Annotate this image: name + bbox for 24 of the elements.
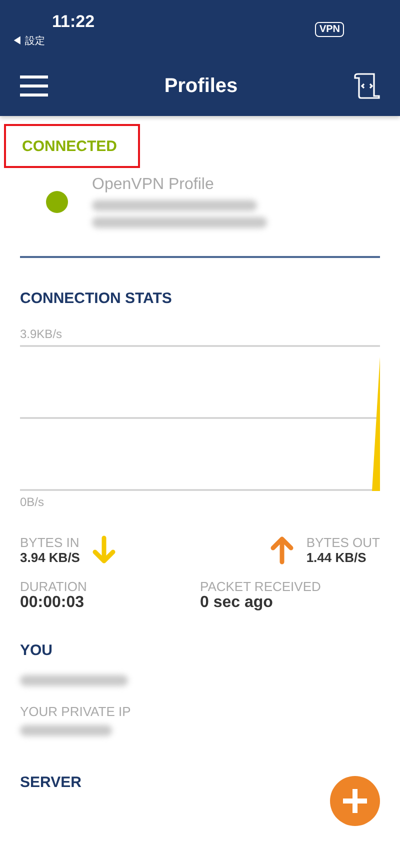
connection-status: CONNECTED [22, 138, 118, 154]
stat-value: 00:00:03 [20, 594, 86, 612]
add-button[interactable] [330, 776, 380, 826]
axis-label: 3.9KB/s [20, 326, 64, 340]
vpn-indicator: VPN [315, 22, 344, 37]
clock: 11:22 [52, 12, 95, 32]
stat-label: BYTES IN [20, 534, 80, 550]
section-heading: YOU [20, 642, 54, 658]
stat-label: BYTES OUT [306, 534, 380, 550]
stat-label: PACKET RECEIVED [200, 578, 322, 594]
menu-icon[interactable] [20, 75, 48, 97]
screen-title: Profiles [164, 74, 238, 98]
stat-value: 3.94 KB/S [20, 550, 80, 564]
section-heading: SERVER [20, 774, 82, 790]
status-dot [46, 191, 68, 213]
back-link[interactable]: ◀ 設定 [12, 34, 95, 48]
code-scroll-icon[interactable] [354, 73, 380, 99]
section-heading: CONNECTION STATS [20, 290, 173, 306]
stat-label: DURATION [20, 578, 88, 594]
stat-value: 0 sec ago [200, 594, 274, 612]
stat-value: 1.44 KB/S [306, 550, 368, 564]
axis-label: 0B/s [20, 494, 46, 508]
field-label: YOUR PRIVATE IP [20, 704, 132, 718]
plus-icon [341, 787, 369, 815]
